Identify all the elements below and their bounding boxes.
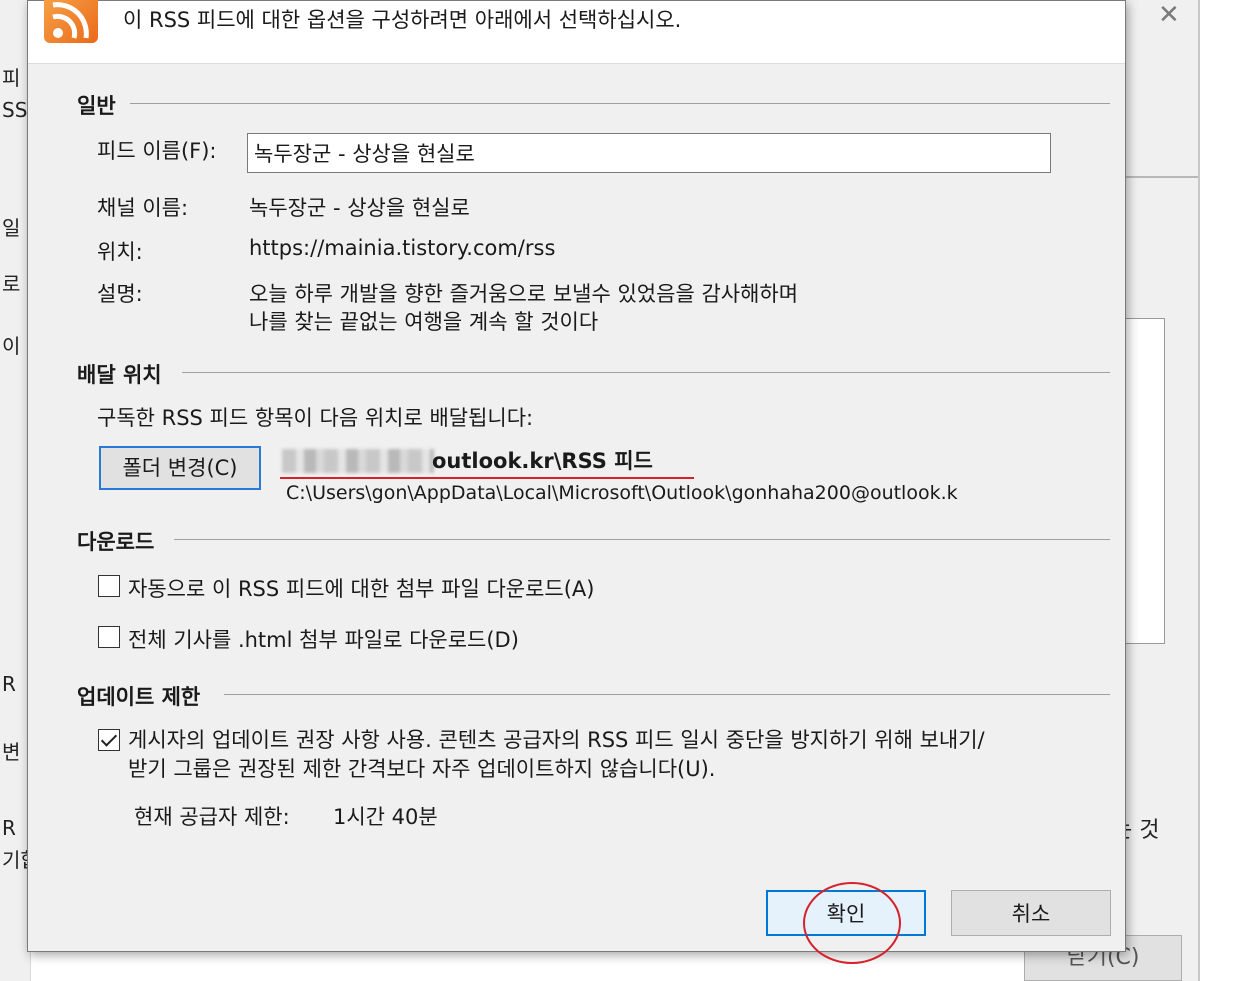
- section-title-download: 다운로드: [77, 530, 155, 554]
- annotation-underline: [280, 477, 694, 479]
- description-line-1: 오늘 하루 개발을 향한 즐거움으로 보낼수 있었음을 감사해하며: [249, 282, 799, 306]
- description-line-2: 나를 찾는 끝없는 여행을 계속 할 것이다: [249, 310, 599, 334]
- background-fragment: R: [2, 672, 16, 696]
- background-fragment: 일: [2, 216, 21, 240]
- section-title-update-limit: 업데이트 제한: [77, 685, 201, 709]
- background-list-box: [1126, 318, 1165, 644]
- feed-name-input[interactable]: [247, 133, 1051, 173]
- redacted-account-name: [282, 449, 434, 473]
- current-limit-value: 1시간 40분: [333, 805, 438, 829]
- dialog-header: 이 RSS 피드에 대한 옵션을 구성하려면 아래에서 선택하십시오.: [28, 0, 1125, 64]
- cancel-button[interactable]: 취소: [951, 890, 1111, 936]
- section-title-general: 일반: [77, 94, 116, 118]
- feed-name-label: 피드 이름(F):: [97, 139, 217, 163]
- full-article-label[interactable]: 전체 기사를 .html 첨부 파일로 다운로드(D): [128, 624, 519, 654]
- delivery-info-text: 구독한 RSS 피드 항목이 다음 위치로 배달됩니다:: [97, 406, 534, 430]
- use-publisher-label-line-1[interactable]: 게시자의 업데이트 권장 사항 사용. 콘텐츠 공급자의 RSS 피드 일시 중…: [128, 724, 985, 754]
- channel-name-label: 채널 이름:: [97, 196, 189, 220]
- background-divider: [1126, 176, 1198, 178]
- background-fragment: SS: [2, 98, 28, 122]
- channel-name-value: 녹두장군 - 상상을 현실로: [249, 196, 470, 220]
- background-fragment: R: [2, 816, 16, 840]
- section-divider: [130, 103, 1110, 104]
- location-value: https://mainia.tistory.com/rss: [249, 236, 556, 260]
- change-folder-button[interactable]: 폴더 변경(C): [99, 446, 261, 490]
- section-divider: [182, 372, 1110, 373]
- full-article-checkbox[interactable]: [98, 626, 120, 648]
- background-window-edge: [1198, 0, 1200, 981]
- background-close-icon[interactable]: ✕: [1158, 0, 1180, 30]
- section-divider: [174, 539, 1110, 540]
- use-publisher-label-line-2[interactable]: 받기 그룹은 권장된 제한 간격보다 자주 업데이트하지 않습니다(U).: [128, 753, 715, 783]
- background-fragment: 피: [2, 66, 21, 90]
- rss-feed-options-dialog: 이 RSS 피드에 대한 옵션을 구성하려면 아래에서 선택하십시오. 일반 피…: [27, 0, 1126, 964]
- background-fragment: 변: [2, 740, 21, 764]
- delivery-folder-name: outlook.kr\RSS 피드: [432, 449, 653, 473]
- delivery-folder-path: C:\Users\gon\AppData\Local\Microsoft\Out…: [286, 482, 958, 504]
- background-fragment: 이: [2, 334, 21, 358]
- section-title-delivery: 배달 위치: [77, 363, 162, 387]
- auto-attachments-checkbox[interactable]: [98, 575, 120, 597]
- header-instruction: 이 RSS 피드에 대한 옵션을 구성하려면 아래에서 선택하십시오.: [123, 8, 682, 32]
- background-fragment: 로: [2, 272, 21, 296]
- auto-attachments-label[interactable]: 자동으로 이 RSS 피드에 대한 첨부 파일 다운로드(A): [128, 573, 595, 603]
- current-limit-label: 현재 공급자 제한:: [134, 805, 290, 829]
- section-divider: [224, 694, 1110, 695]
- location-label: 위치:: [97, 240, 143, 264]
- ok-button[interactable]: 확인: [766, 890, 926, 936]
- rss-icon: [44, 0, 98, 43]
- use-publisher-recommendation-checkbox[interactable]: [98, 729, 120, 751]
- description-label: 설명:: [97, 282, 143, 306]
